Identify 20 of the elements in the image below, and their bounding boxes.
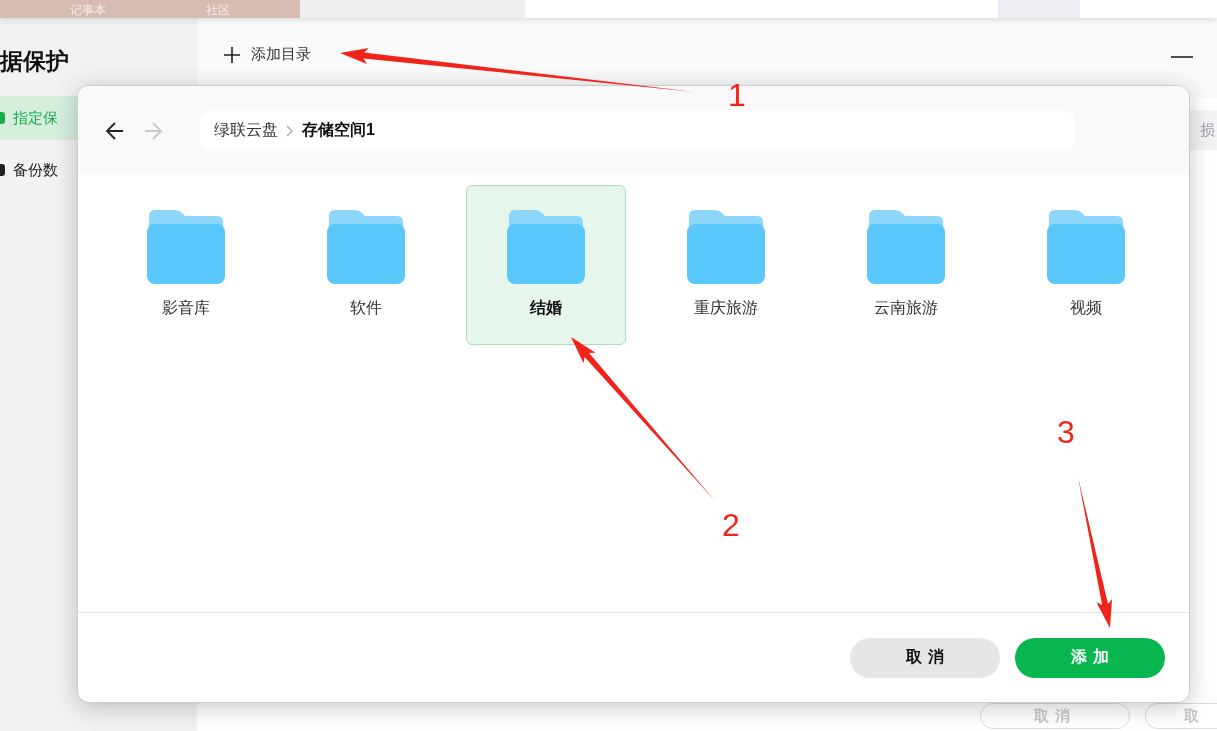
folder-item[interactable]: 云南旅游 [826,185,986,345]
annotation-number: 3 [1057,415,1075,449]
minimize-icon[interactable] [1171,56,1193,58]
chevron-icon [286,124,294,137]
app-icon[interactable] [998,0,1080,18]
add-directory-button[interactable]: 添加目录 [223,45,311,64]
plus-icon [223,45,241,64]
sidebar-title: 据保护 [0,47,70,76]
annotation-number: 1 [728,78,746,112]
folder-item[interactable]: 软件 [286,185,446,345]
info-text: 损 [1200,120,1215,140]
folder-item[interactable]: 视频 [1006,185,1166,345]
folder-item[interactable]: 重庆旅游 [646,185,806,345]
back-arrow-icon [104,120,126,141]
cancel-button[interactable]: 取消 [850,637,1000,678]
breadcrumb-link[interactable]: 绿联云盘 [214,120,278,141]
forward-arrow-icon [142,120,164,141]
breadcrumb-link[interactable]: 存储空间1 [302,120,375,141]
annotation-number: 2 [722,508,740,542]
folder-item[interactable]: 结婚 [466,185,626,345]
